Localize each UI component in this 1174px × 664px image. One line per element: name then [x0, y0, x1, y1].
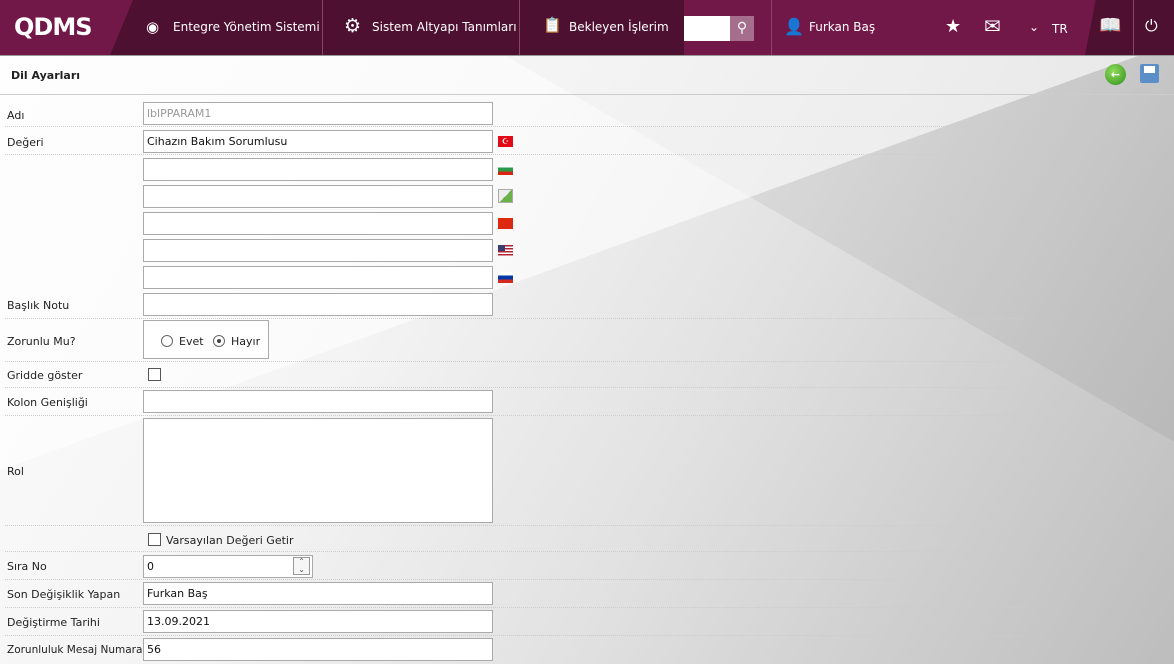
save-icon[interactable] — [1140, 64, 1159, 83]
flag-cn-icon — [498, 218, 513, 229]
varsayilan-checkbox[interactable] — [148, 533, 161, 546]
rol-label: Rol — [7, 465, 24, 478]
evet-radio[interactable] — [161, 335, 173, 347]
flag-tr-icon: ☪ — [498, 136, 513, 147]
gridde-checkbox[interactable] — [148, 368, 161, 381]
degeri-tr-input[interactable] — [143, 130, 493, 153]
user-name[interactable]: Furkan Baş — [809, 20, 875, 34]
degeri-label: Değeri — [7, 136, 44, 149]
baslik-label: Başlık Notu — [7, 299, 70, 312]
qdms-icon: ◉ — [146, 18, 160, 36]
gear-icon: ⚙ — [344, 15, 362, 37]
varsayilan-label: Varsayılan Değeri Getir — [166, 534, 294, 547]
son-label: Son Değişiklik Yapan — [7, 588, 121, 601]
kolon-label: Kolon Genişliği — [7, 396, 88, 409]
sira-input[interactable] — [143, 555, 313, 578]
power-icon[interactable]: ⏻ — [1145, 16, 1158, 36]
adi-label: Adı — [7, 109, 25, 122]
flag-bg-icon — [498, 164, 513, 175]
sira-stepper[interactable]: ⌃ ⌄ — [293, 557, 310, 575]
degeri-en-input[interactable] — [143, 239, 493, 262]
evet-label: Evet — [179, 335, 204, 348]
kolon-input[interactable] — [143, 390, 493, 413]
search-icon[interactable]: ⚲ — [730, 16, 754, 41]
degeri-input-3[interactable] — [143, 185, 493, 208]
tarih-label: Değiştirme Tarihi — [7, 616, 100, 629]
hayir-radio[interactable] — [213, 335, 225, 347]
baslik-input[interactable] — [143, 293, 493, 316]
adi-input[interactable] — [143, 102, 493, 125]
nav-entegre[interactable]: Entegre Yönetim Sistemi — [173, 20, 320, 34]
clipboard-icon: 📋 — [543, 16, 562, 34]
zorunlu-radio-group: Evet Hayır — [143, 320, 269, 359]
search-input[interactable] — [684, 16, 730, 41]
broken-image-icon — [498, 189, 513, 203]
qdms-logo[interactable]: QDMS — [14, 13, 92, 41]
gridde-label: Gridde göster — [7, 369, 83, 382]
back-icon[interactable]: ← — [1105, 64, 1126, 85]
chevron-down-icon[interactable]: ⌄ — [1029, 20, 1039, 34]
manual-icon[interactable]: 📖 — [1099, 15, 1121, 36]
top-navbar: QDMS ◉ Entegre Yönetim Sistemi ⚙ Sistem … — [0, 0, 1174, 56]
nav-sistem[interactable]: Sistem Altyapı Tanımları — [372, 20, 517, 34]
rol-textarea[interactable] — [143, 418, 493, 523]
flag-us-icon — [498, 245, 513, 256]
degeri-cn-input[interactable] — [143, 212, 493, 235]
mail-icon[interactable]: ✉ — [984, 14, 1001, 38]
page-title: Dil Ayarları — [11, 69, 81, 82]
mesaj-input[interactable] — [143, 638, 493, 661]
user-icon: 👤 — [784, 17, 804, 36]
degeri-ru-input[interactable] — [143, 266, 493, 289]
nav-bekleyen[interactable]: Bekleyen İşlerim — [569, 20, 669, 34]
son-input[interactable] — [143, 582, 493, 605]
hayir-label: Hayır — [231, 335, 261, 348]
mesaj-label: Zorunluluk Mesaj Numarası — [7, 644, 151, 656]
zorunlu-label: Zorunlu Mu? — [7, 335, 76, 348]
flag-ru-icon — [498, 272, 513, 283]
degeri-bg-input[interactable] — [143, 158, 493, 181]
tarih-input[interactable] — [143, 610, 493, 633]
star-icon[interactable]: ★ — [945, 16, 961, 37]
language-selector[interactable]: TR — [1052, 22, 1068, 36]
sira-label: Sıra No — [7, 560, 47, 573]
